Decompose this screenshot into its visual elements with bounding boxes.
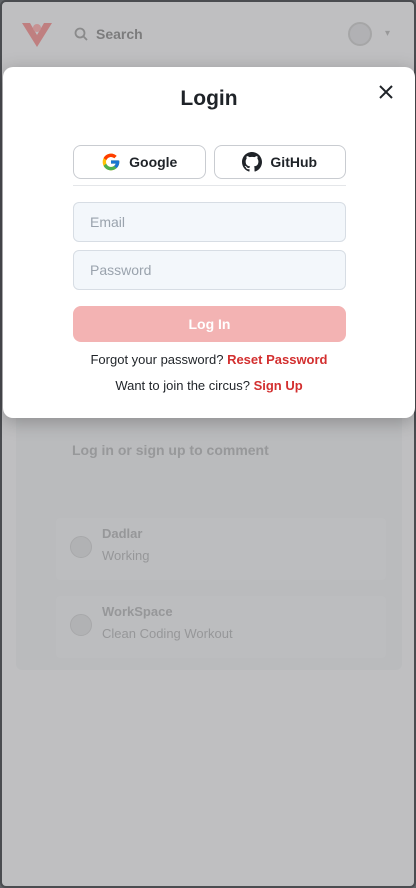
close-icon bbox=[379, 85, 393, 99]
github-label: GitHub bbox=[270, 154, 318, 170]
sign-up-link[interactable]: Sign Up bbox=[254, 378, 303, 393]
google-login-button[interactable]: Google bbox=[73, 145, 206, 179]
signup-row: Want to join the circus? Sign Up bbox=[3, 378, 415, 393]
join-text: Want to join the circus? bbox=[115, 378, 250, 393]
google-label: Google bbox=[129, 154, 178, 170]
modal-title: Login bbox=[180, 87, 238, 110]
google-icon bbox=[102, 153, 120, 171]
email-field[interactable] bbox=[73, 202, 346, 242]
login-modal: Login Google GitHub Log In Forgot yo bbox=[3, 67, 415, 418]
github-icon bbox=[242, 152, 263, 172]
close-button[interactable] bbox=[375, 81, 397, 103]
divider bbox=[73, 185, 346, 186]
forgot-password-row: Forgot your password? Reset Password bbox=[3, 352, 415, 367]
github-login-button[interactable]: GitHub bbox=[213, 145, 346, 179]
oauth-buttons: Google GitHub bbox=[73, 145, 346, 179]
forgot-text: Forgot your password? bbox=[90, 352, 224, 367]
login-button[interactable]: Log In bbox=[73, 306, 346, 342]
reset-password-link[interactable]: Reset Password bbox=[227, 352, 327, 367]
password-field[interactable] bbox=[73, 250, 346, 290]
